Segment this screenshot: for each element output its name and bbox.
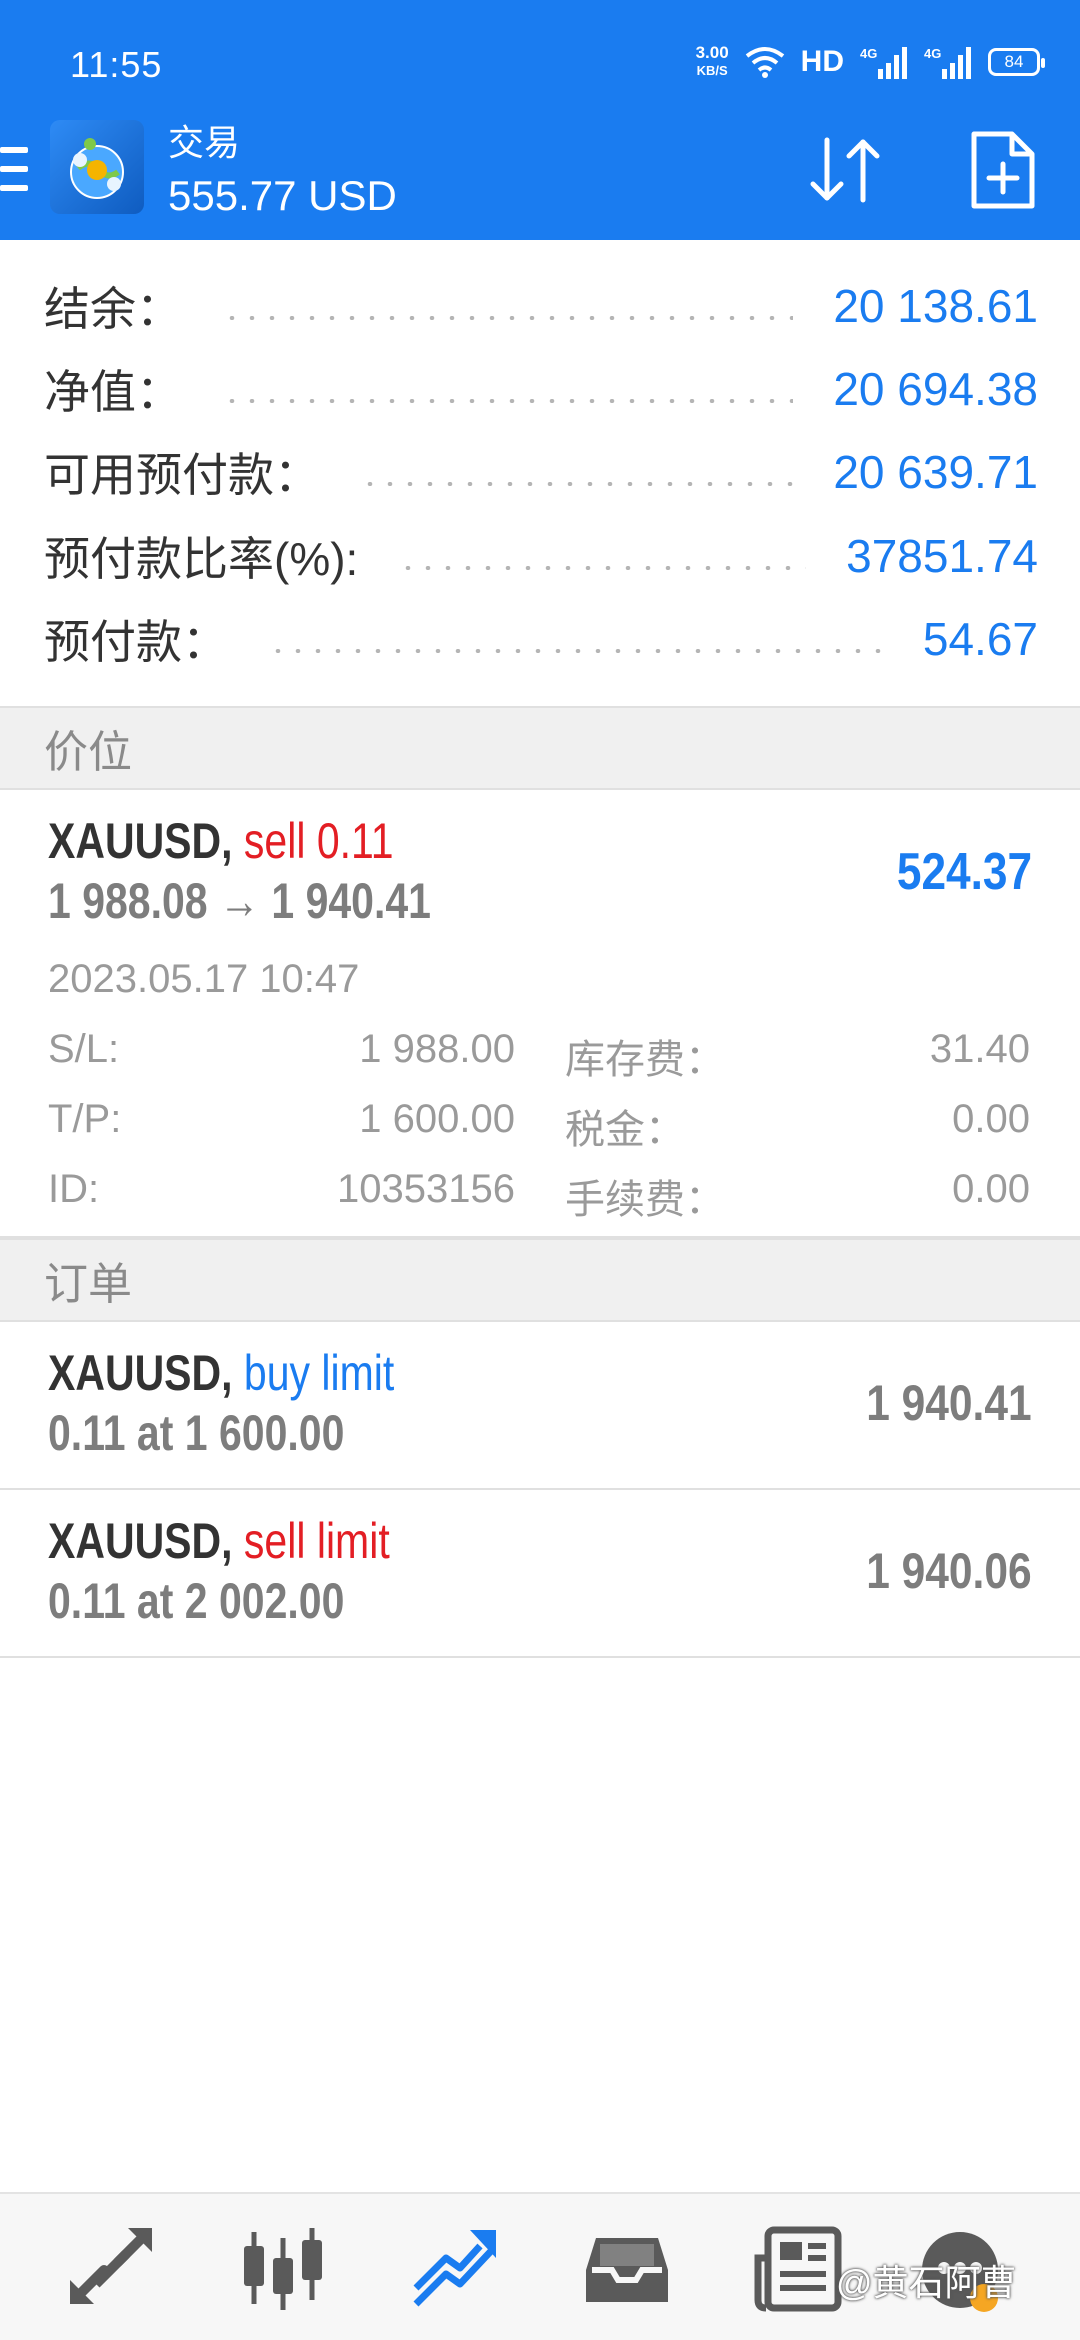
summary-row-balance: 结余： 20 138.61 xyxy=(44,276,1038,336)
tp-label: T/P: xyxy=(48,1097,122,1141)
summary-label: 可用预付款： xyxy=(44,449,320,501)
order-type: sell limit xyxy=(243,1513,390,1569)
swap-label: 库存费： xyxy=(565,1038,725,1082)
position-datetime: 2023.05.17 10:47 xyxy=(48,957,360,1001)
order-item[interactable]: XAUUSD, sell limit 0.11 at 2 002.00 1 94… xyxy=(0,1490,1080,1658)
position-prices: 1 988.08 → 1 940.41 xyxy=(48,873,431,929)
tax-value: 0.00 xyxy=(952,1097,1030,1141)
summary-value: 54.67 xyxy=(922,613,1038,665)
fee-value: 0.00 xyxy=(952,1167,1030,1211)
order-title: XAUUSD, sell limit xyxy=(48,1512,390,1570)
status-bar: 11:55 3.00 KB/S HD 4G 4G 84 xyxy=(0,0,1080,120)
net-speed: 3.00 KB/S xyxy=(696,44,729,80)
order-symbol: XAUUSD, xyxy=(48,1513,233,1569)
orders-section-header: 订单 xyxy=(0,1238,1080,1322)
sl-label: S/L: xyxy=(48,1027,120,1071)
summary-value: 20 138.61 xyxy=(833,280,1038,332)
hd-label: HD xyxy=(800,45,844,78)
sort-icon[interactable] xyxy=(805,130,885,210)
summary-label: 预付款： xyxy=(44,616,228,668)
account-summary: 结余： 20 138.61 净值： 20 694.38 可用预付款： 20 63… xyxy=(0,240,1080,705)
signal-icon: 4G xyxy=(860,46,907,79)
trade-icon[interactable] xyxy=(410,2224,500,2314)
tax-label: 税金： xyxy=(565,1108,685,1152)
positions-section-header: 价位 xyxy=(0,706,1080,790)
sl-value: 1 988.00 xyxy=(359,1027,515,1071)
chart-icon[interactable] xyxy=(238,2224,328,2314)
id-label: ID: xyxy=(48,1167,100,1211)
order-type: buy limit xyxy=(243,1345,395,1401)
fee-label: 手续费： xyxy=(565,1178,725,1222)
watermark: @黄石阿曹 xyxy=(836,2262,1017,2303)
wifi-icon xyxy=(745,47,784,78)
tp-value: 1 600.00 xyxy=(359,1097,515,1141)
summary-value: 20 694.38 xyxy=(833,363,1038,415)
summary-value: 20 639.71 xyxy=(833,446,1038,498)
position-symbol: XAUUSD, xyxy=(48,813,233,869)
signal-icon-2: 4G xyxy=(924,46,971,79)
position-title: XAUUSD, sell 0.11 xyxy=(48,812,394,870)
svg-text:4G: 4G xyxy=(860,46,877,61)
swap-value: 31.40 xyxy=(929,1027,1030,1071)
net-speed-value: 3.00 xyxy=(695,43,729,62)
profit-total: 555.77 USD xyxy=(168,172,397,219)
page-title: 交易 xyxy=(168,122,241,163)
position-side: sell 0.11 xyxy=(243,813,394,869)
status-icons: 3.00 KB/S HD 4G 4G 84 xyxy=(696,44,1045,80)
dotted-leader xyxy=(268,649,883,653)
battery-level: 84 xyxy=(1004,52,1024,71)
order-price: 1 940.06 xyxy=(866,1543,1032,1599)
battery-icon: 84 xyxy=(988,48,1045,76)
order-symbol: XAUUSD, xyxy=(48,1345,233,1401)
dotted-leader xyxy=(360,482,794,486)
new-order-icon[interactable] xyxy=(968,130,1038,210)
position-profit: 524.37 xyxy=(896,843,1032,901)
app-logo xyxy=(50,120,144,214)
id-value: 10353156 xyxy=(337,1167,515,1211)
app-bar: 11:55 3.00 KB/S HD 4G 4G 84 交易 555.77 US… xyxy=(0,0,1080,240)
summary-value: 37851.74 xyxy=(846,530,1038,582)
order-title: XAUUSD, buy limit xyxy=(48,1344,394,1402)
net-speed-unit: KB/S xyxy=(696,63,728,78)
position-item[interactable]: XAUUSD, sell 0.11 1 988.08 → 1 940.41 52… xyxy=(0,792,1080,1238)
summary-row-free-margin: 可用预付款： 20 639.71 xyxy=(44,442,1038,502)
order-detail: 0.11 at 2 002.00 xyxy=(48,1573,345,1629)
dotted-leader xyxy=(222,399,794,403)
status-time: 11:55 xyxy=(70,44,163,85)
dotted-leader xyxy=(222,316,794,320)
summary-row-margin: 预付款： 54.67 xyxy=(44,609,1038,669)
summary-row-margin-level: 预付款比率(%): 37851.74 xyxy=(44,526,1038,586)
svg-text:4G: 4G xyxy=(924,46,941,61)
order-detail: 0.11 at 1 600.00 xyxy=(48,1405,345,1461)
menu-icon[interactable] xyxy=(0,147,28,191)
order-item[interactable]: XAUUSD, buy limit 0.11 at 1 600.00 1 940… xyxy=(0,1322,1080,1490)
summary-row-equity: 净值： 20 694.38 xyxy=(44,359,1038,419)
order-price: 1 940.41 xyxy=(866,1375,1032,1431)
news-icon[interactable] xyxy=(754,2224,844,2314)
dotted-leader xyxy=(398,566,807,570)
quotes-icon[interactable] xyxy=(66,2224,156,2314)
summary-label: 结余： xyxy=(44,283,182,335)
history-icon[interactable] xyxy=(582,2224,672,2314)
summary-label: 预付款比率(%): xyxy=(44,533,359,585)
summary-label: 净值： xyxy=(44,366,182,418)
